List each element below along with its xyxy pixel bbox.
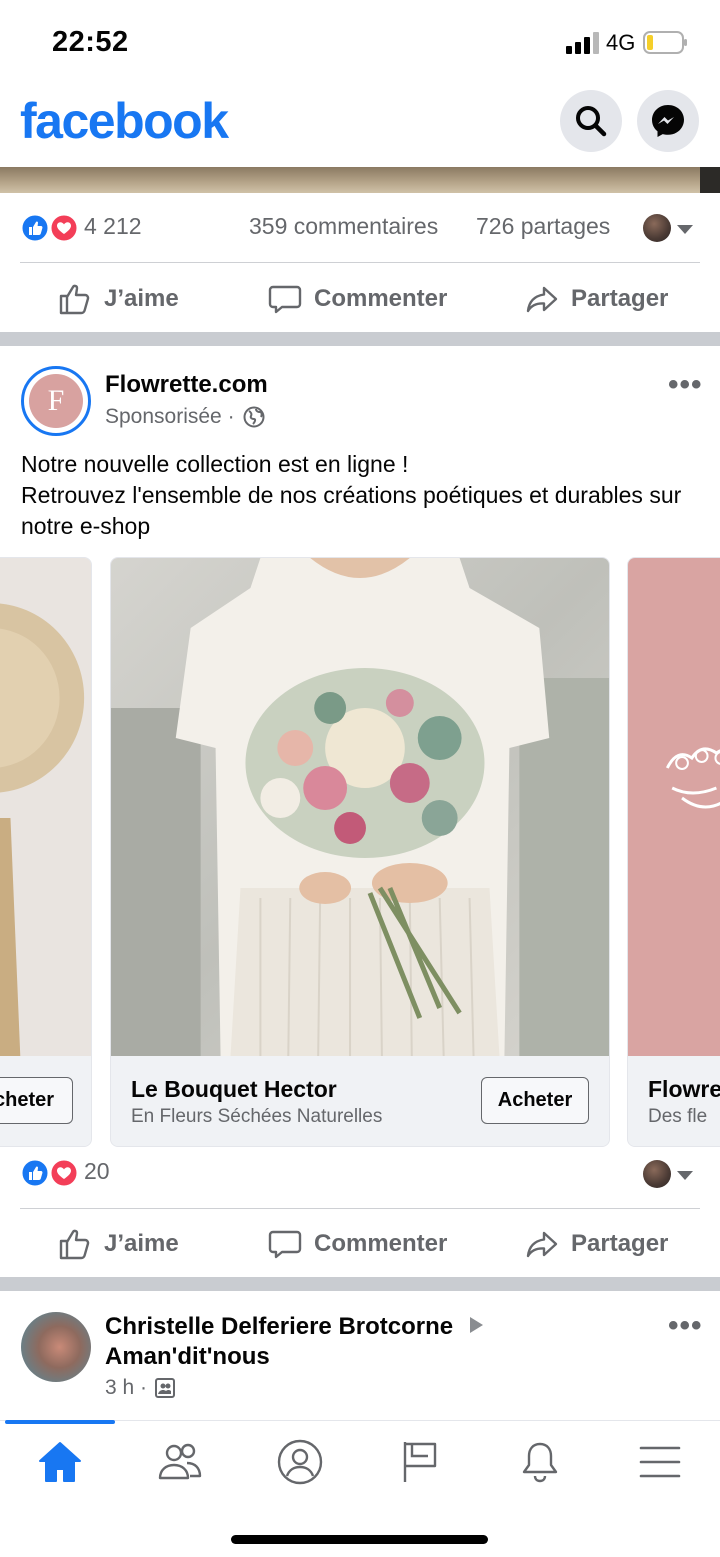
previous-post-photo[interactable] (0, 167, 720, 193)
search-button[interactable] (560, 90, 622, 152)
author-name[interactable]: Christelle Delferiere Brotcorne (105, 1313, 453, 1340)
post-meta: Sponsorisée · (105, 405, 265, 429)
friends-icon (158, 1443, 202, 1480)
share-icon (526, 286, 558, 313)
comment-count[interactable]: 359 commentaires (249, 213, 438, 240)
card-subtitle: En Fleurs Séchées Naturelles (131, 1106, 383, 1127)
post-meta: 3 h · (105, 1376, 176, 1400)
card-subtitle: Des fle (648, 1106, 708, 1127)
menu-icon (639, 1446, 681, 1478)
page-avatar-letter: F (29, 374, 83, 428)
card-footer: cheter (0, 1056, 91, 1146)
thumbs-up-icon (59, 284, 90, 315)
sponsored-post-reactions[interactable]: 20 (0, 1144, 720, 1204)
like-label: J’aime (104, 285, 179, 312)
page-avatar[interactable]: F (21, 366, 91, 436)
previous-post-reactions[interactable]: 4 212 359 commentaires 726 partages (0, 199, 720, 259)
sponsored-post-actions: J’aime Commenter Partager (0, 1209, 720, 1279)
tab-home[interactable] (30, 1437, 90, 1487)
post-text: Notre nouvelle collection est en ligne !… (21, 451, 682, 539)
share-button[interactable]: Partager (525, 1209, 668, 1279)
app-header: facebook (0, 88, 720, 168)
divider (20, 262, 700, 263)
post-separator (0, 332, 720, 346)
share-label: Partager (571, 1230, 669, 1257)
comment-label: Commenter (314, 1230, 448, 1257)
status-bar: 22:52 4G (0, 0, 720, 88)
signal-icon (566, 32, 599, 54)
card-title: Flowre (648, 1076, 720, 1102)
search-icon (576, 106, 607, 137)
like-button[interactable]: J’aime (58, 264, 179, 334)
group-members-icon (155, 1378, 176, 1398)
messenger-icon (652, 105, 684, 137)
share-count[interactable]: 726 partages (476, 213, 610, 240)
triangle-right-icon (469, 1317, 483, 1333)
reaction-count[interactable]: 4 212 (84, 213, 142, 240)
sponsored-label[interactable]: Sponsorisée · (105, 405, 235, 429)
carousel-card[interactable]: Flowre Des fle (627, 557, 720, 1147)
carousel-card[interactable]: Le Bouquet Hector En Fleurs Séchées Natu… (110, 557, 610, 1147)
card-title: Le Bouquet Hector (131, 1076, 337, 1102)
comment-button[interactable]: Commenter (268, 1209, 447, 1279)
post-separator (0, 1277, 720, 1291)
carousel-card[interactable]: cheter (0, 557, 92, 1147)
home-indicator[interactable] (231, 1535, 488, 1544)
tab-friends[interactable] (150, 1437, 210, 1487)
active-tab-indicator (5, 1420, 115, 1424)
more-options-icon[interactable]: ••• (668, 1309, 703, 1343)
card-image (628, 558, 720, 1056)
like-love-reaction-icon (20, 1158, 78, 1188)
page-name[interactable]: Flowrette.com (105, 371, 268, 399)
pages-flag-icon (403, 1442, 437, 1482)
comment-label: Commenter (314, 285, 448, 312)
card-footer: Flowre Des fle (628, 1056, 720, 1146)
like-button[interactable]: J’aime (58, 1209, 179, 1279)
bell-icon (522, 1442, 558, 1483)
buy-button[interactable]: Acheter (481, 1077, 589, 1124)
messenger-button[interactable] (637, 90, 699, 152)
chevron-down-icon[interactable] (677, 225, 693, 234)
author-avatar[interactable] (21, 1312, 91, 1382)
comment-button[interactable]: Commenter (268, 264, 447, 334)
more-options-icon[interactable]: ••• (668, 368, 703, 402)
share-label: Partager (571, 285, 669, 312)
buy-button[interactable]: cheter (0, 1077, 73, 1124)
viewer-avatar[interactable] (643, 1160, 671, 1188)
card-image (111, 558, 609, 1056)
share-button[interactable]: Partager (525, 264, 668, 334)
post-author: Christelle Delferiere Brotcorne Aman'dit… (105, 1312, 486, 1372)
globe-icon (243, 406, 265, 428)
tab-notifications[interactable] (510, 1437, 570, 1487)
share-icon (526, 1231, 558, 1258)
comment-icon (268, 285, 302, 314)
tab-pages[interactable] (390, 1437, 450, 1487)
status-time: 22:52 (52, 26, 129, 58)
profile-icon (277, 1439, 323, 1485)
comment-icon (268, 1230, 302, 1259)
thumbs-up-icon (59, 1229, 90, 1260)
tab-menu[interactable] (630, 1437, 690, 1487)
reaction-count[interactable]: 20 (84, 1158, 110, 1185)
viewer-avatar[interactable] (643, 214, 671, 242)
post-time[interactable]: 3 h · (105, 1376, 147, 1400)
like-label: J’aime (104, 1230, 179, 1257)
card-image (0, 558, 91, 1056)
group-name[interactable]: Aman'dit'nous (105, 1343, 270, 1370)
home-icon (39, 1442, 81, 1482)
previous-post-actions: J’aime Commenter Partager (0, 264, 720, 334)
tab-profile[interactable] (270, 1437, 330, 1487)
battery-icon (643, 31, 687, 54)
facebook-logo[interactable]: facebook (20, 92, 229, 150)
network-type: 4G (606, 30, 636, 55)
card-footer: Le Bouquet Hector En Fleurs Séchées Natu… (111, 1056, 609, 1146)
chevron-down-icon[interactable] (677, 1171, 693, 1180)
like-love-reaction-icon (20, 213, 78, 243)
